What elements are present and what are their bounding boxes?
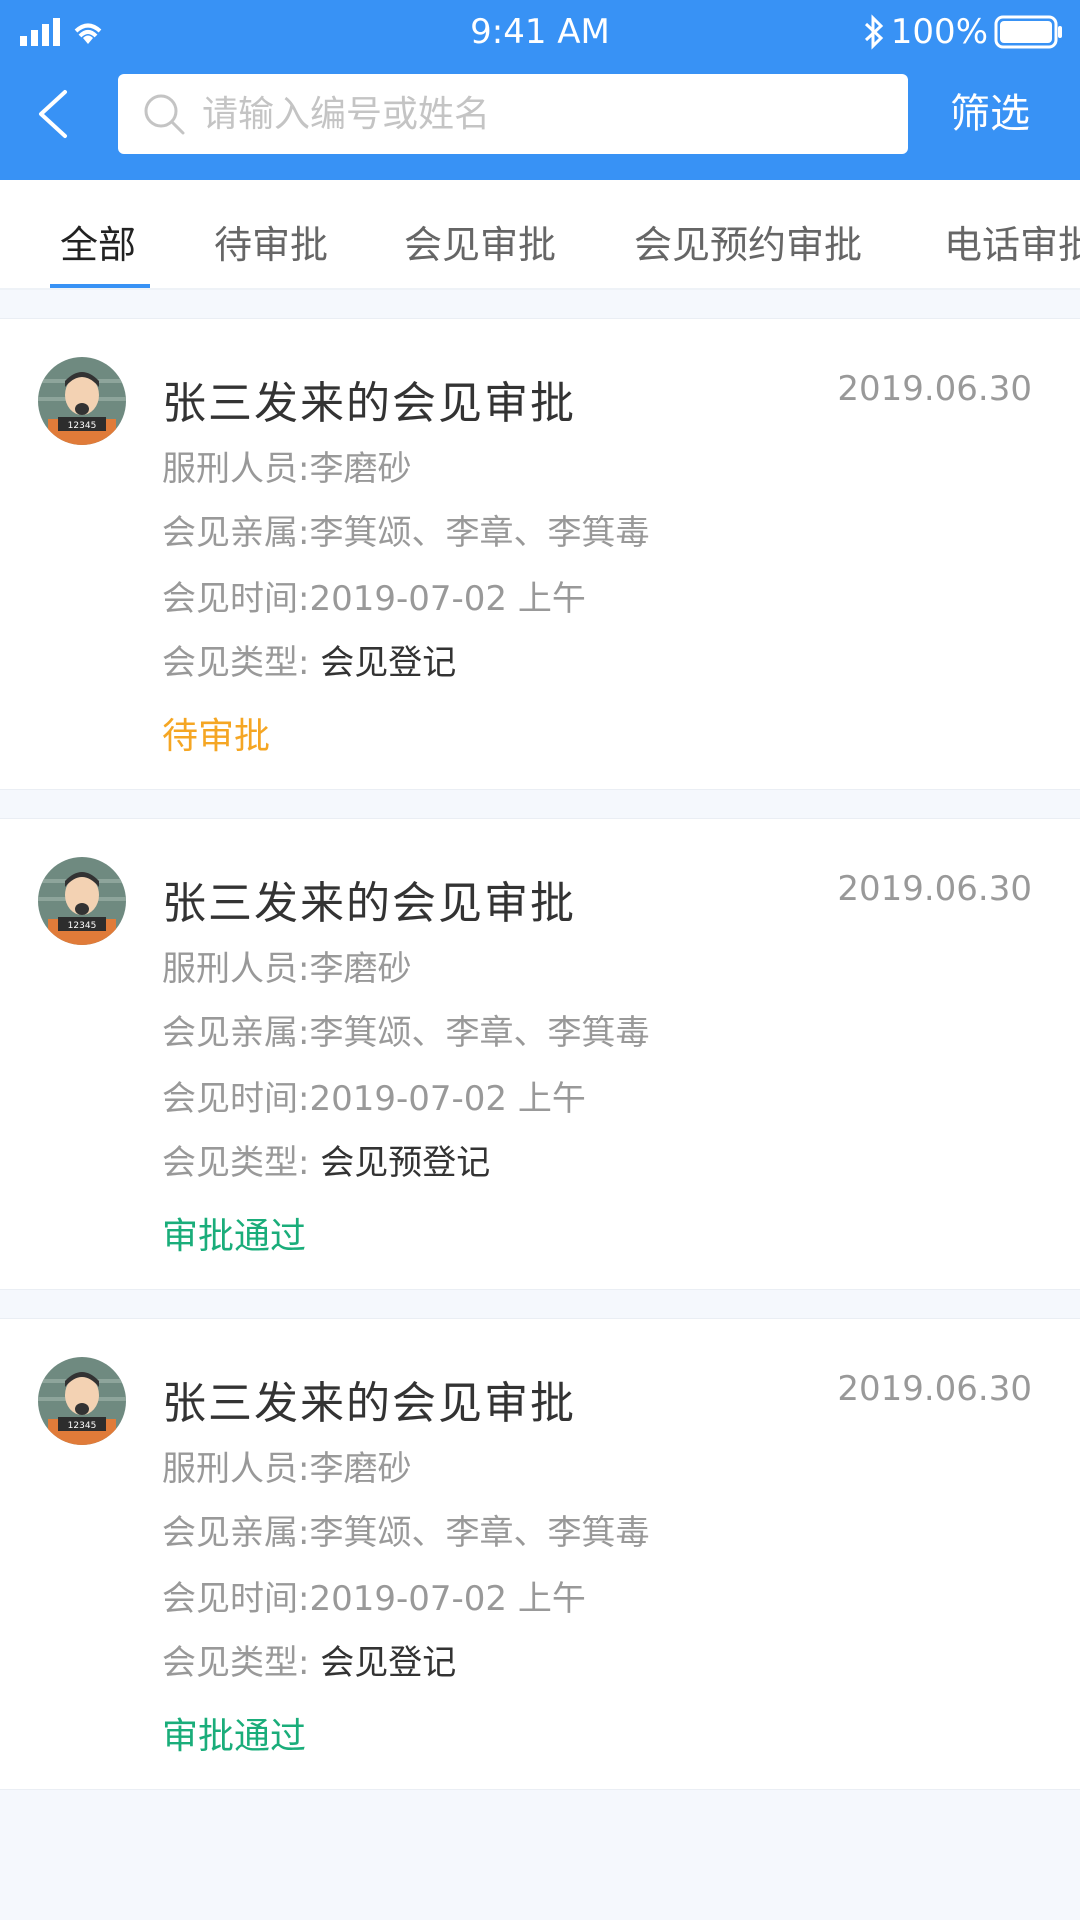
avatar: 12345	[38, 357, 126, 445]
status-approved: 审批通过	[162, 1216, 307, 1257]
approval-card[interactable]: 12345 张三发来的会见审批 2019.06.30 服刑人员:李磨砂 会见亲属…	[0, 318, 1080, 790]
avatar: 12345	[38, 857, 126, 945]
visit-time: 会见时间:2019-07-02 上午	[162, 1579, 586, 1619]
card-title: 张三发来的会见审批	[162, 1378, 576, 1429]
visit-type-value: 会见登记	[320, 643, 457, 683]
status-right: 100%	[863, 12, 1064, 52]
bluetooth-icon	[864, 14, 883, 50]
nav-row: 筛选	[0, 72, 1080, 156]
search-input[interactable]	[202, 93, 882, 135]
visit-type: 会见类型: 会见登记	[162, 1635, 456, 1684]
visit-relatives: 会见亲属:李箕颂、李章、李箕毒	[162, 513, 650, 553]
status-pending: 待审批	[162, 716, 271, 757]
search-icon	[142, 92, 186, 136]
back-button[interactable]	[22, 82, 82, 146]
battery-icon	[994, 15, 1062, 49]
card-title: 张三发来的会见审批	[162, 878, 576, 929]
card-date: 2019.06.30	[837, 369, 1032, 409]
prisoner-name: 服刑人员:李磨砂	[162, 1449, 412, 1489]
tab-phone-approval[interactable]: 电话审批	[944, 214, 1080, 269]
prisoner-name: 服刑人员:李磨砂	[162, 949, 412, 989]
visit-type-label: 会见类型:	[162, 643, 310, 683]
status-approved: 审批通过	[162, 1716, 307, 1757]
svg-text:12345: 12345	[68, 1421, 97, 1431]
visit-relatives: 会见亲属:李箕颂、李章、李箕毒	[162, 1013, 650, 1053]
tab-pending[interactable]: 待审批	[214, 214, 328, 269]
tab-bar: 全部 待审批 会见审批 会见预约审批 电话审批	[0, 180, 1080, 290]
app-header: 9:41 AM 100% 请输入编号或姓名 筛选	[0, 0, 1080, 180]
visit-time: 会见时间:2019-07-02 上午	[162, 1079, 586, 1119]
battery-percent: 100%	[890, 12, 988, 52]
prisoner-avatar-icon: 12345	[38, 857, 126, 945]
visit-type-label: 会见类型:	[162, 1143, 310, 1183]
visit-type-value: 会见预登记	[320, 1143, 491, 1183]
visit-relatives: 会见亲属:李箕颂、李章、李箕毒	[162, 1513, 650, 1553]
tab-visit-appointment-approval[interactable]: 会见预约审批	[634, 214, 862, 269]
visit-type-label: 会见类型:	[162, 1643, 310, 1683]
svg-text:12345: 12345	[68, 921, 97, 931]
filter-button[interactable]: 筛选	[950, 82, 1030, 146]
card-date: 2019.06.30	[837, 869, 1032, 909]
visit-type: 会见类型: 会见登记	[162, 635, 456, 684]
svg-text:12345: 12345	[68, 421, 97, 431]
prisoner-name: 服刑人员:李磨砂	[162, 449, 412, 489]
card-title: 张三发来的会见审批	[162, 378, 576, 429]
tab-visit-approval[interactable]: 会见审批	[404, 214, 556, 269]
prisoner-avatar-icon: 12345	[38, 357, 126, 445]
visit-type: 会见类型: 会见预登记	[162, 1135, 490, 1184]
active-tab-indicator	[50, 284, 150, 288]
avatar: 12345	[38, 1357, 126, 1445]
status-bar: 9:41 AM 100%	[0, 0, 1080, 70]
approval-card[interactable]: 12345 张三发来的会见审批 2019.06.30 服刑人员:李磨砂 会见亲属…	[0, 818, 1080, 1290]
card-date: 2019.06.30	[837, 1369, 1032, 1409]
approval-card[interactable]: 12345 张三发来的会见审批 2019.06.30 服刑人员:李磨砂 会见亲属…	[0, 1318, 1080, 1790]
tab-all[interactable]: 全部	[60, 214, 136, 269]
visit-time: 会见时间:2019-07-02 上午	[162, 579, 586, 619]
chevron-left-icon	[39, 90, 67, 138]
search-box[interactable]	[118, 74, 908, 154]
prisoner-avatar-icon: 12345	[38, 1357, 126, 1445]
visit-type-value: 会见登记	[320, 1643, 457, 1683]
